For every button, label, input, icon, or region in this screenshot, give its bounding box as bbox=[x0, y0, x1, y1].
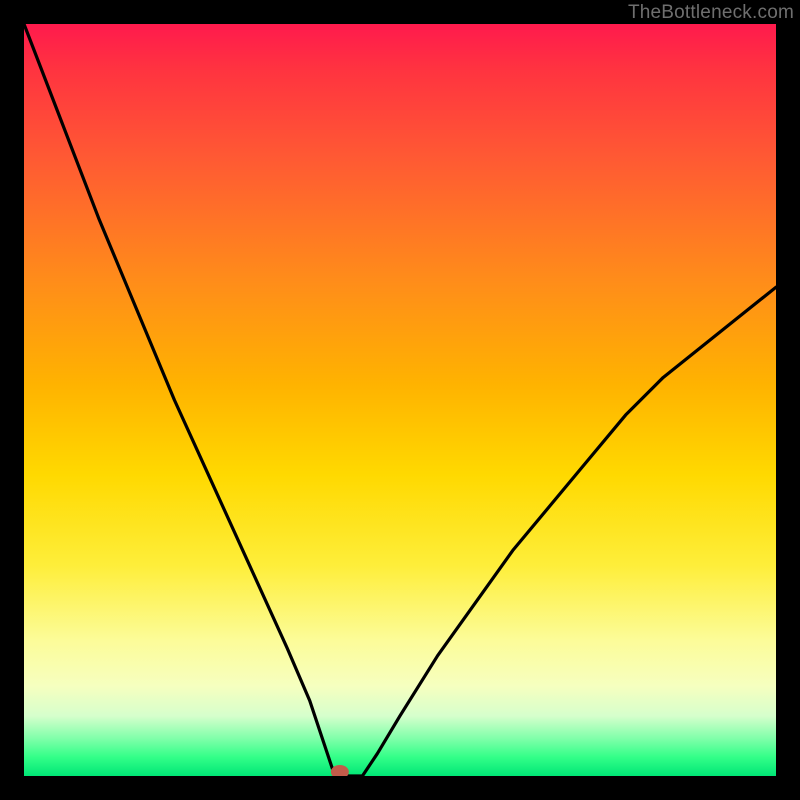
bottleneck-curve bbox=[24, 24, 776, 776]
curve-svg bbox=[24, 24, 776, 776]
watermark-text: TheBottleneck.com bbox=[628, 2, 794, 24]
marker-dot bbox=[331, 765, 349, 776]
plot-area bbox=[24, 24, 776, 776]
chart-frame: TheBottleneck.com bbox=[0, 0, 800, 800]
